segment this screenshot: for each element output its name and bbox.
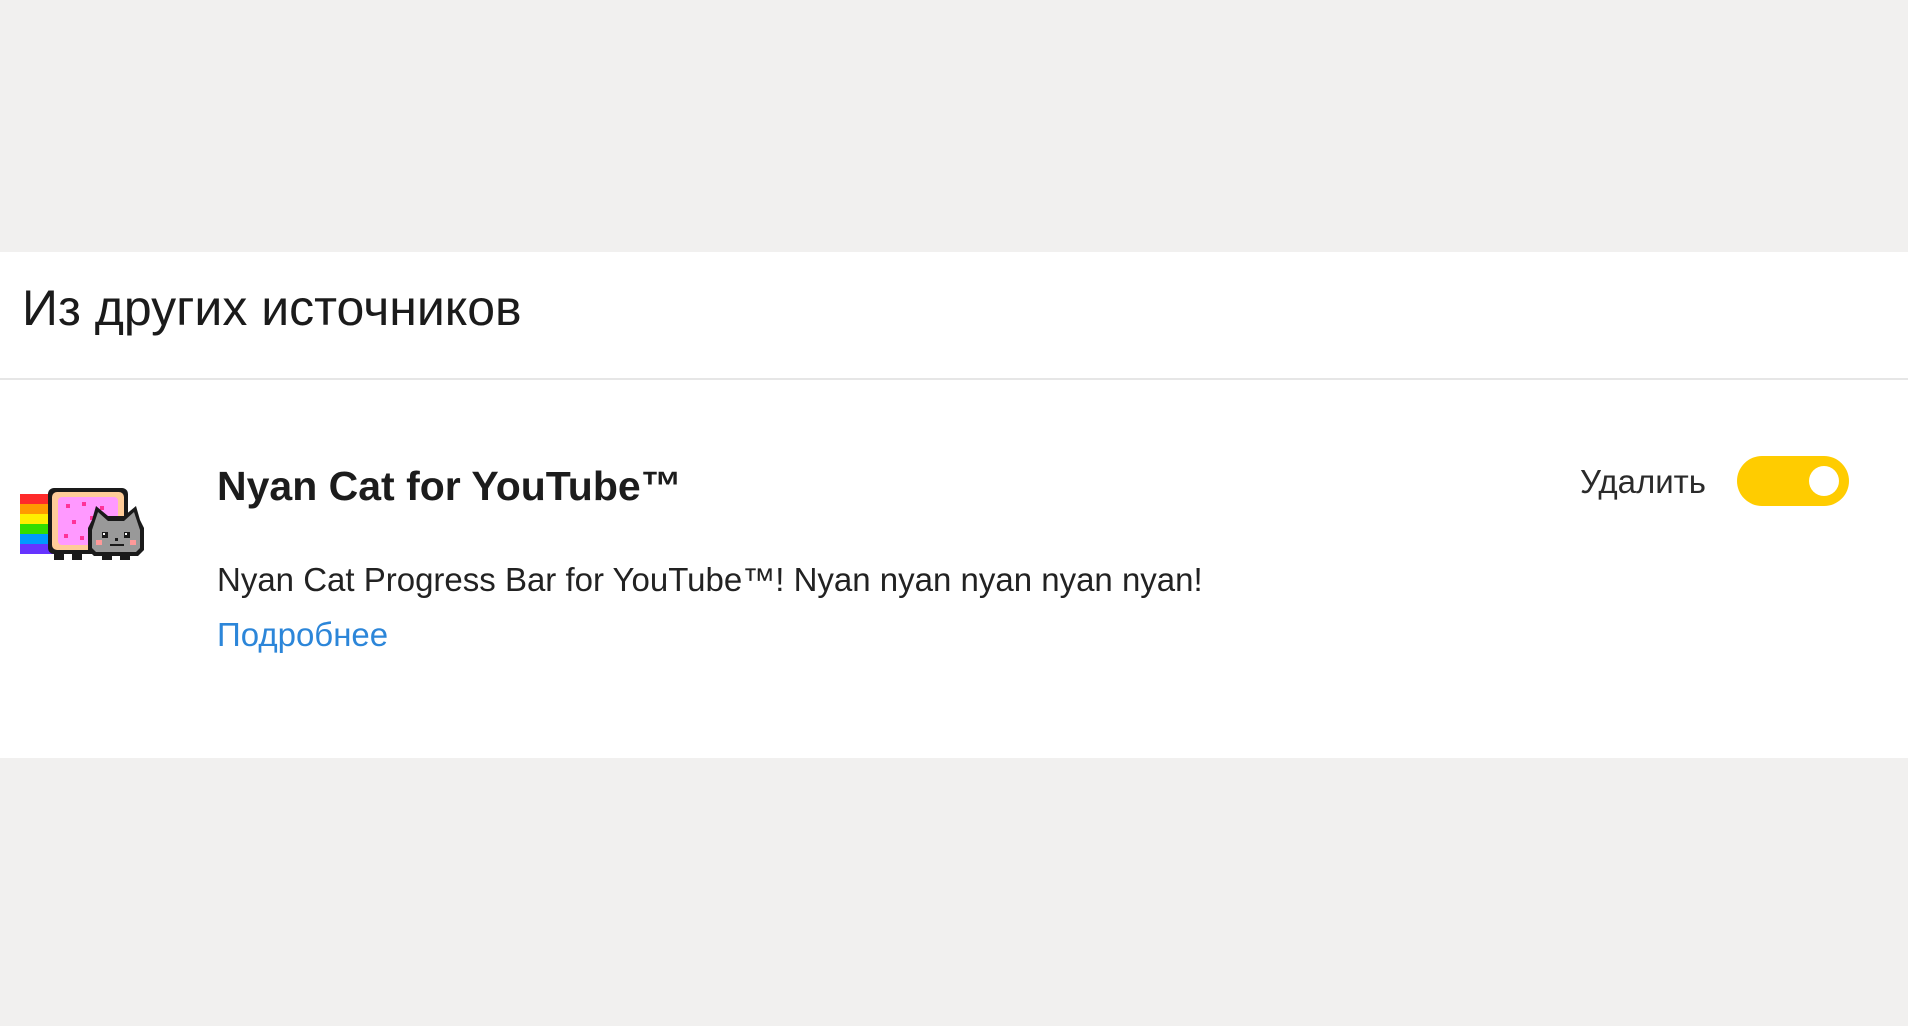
enable-toggle[interactable] — [1737, 456, 1849, 506]
extension-name: Nyan Cat for YouTube™ — [217, 463, 682, 509]
extension-description: Nyan Cat Progress Bar for YouTube™! Nyan… — [217, 561, 1203, 598]
more-info-link[interactable]: Подробнее — [217, 615, 388, 655]
extensions-panel: Из других источников Nyan Cat for YouTub… — [0, 252, 1908, 758]
remove-button[interactable]: Удалить — [1580, 462, 1706, 502]
nyan-cat-icon — [20, 488, 144, 560]
section-title: Из других источников — [22, 280, 522, 336]
toggle-knob — [1809, 466, 1839, 496]
section-header: Из других источников — [0, 252, 1908, 380]
